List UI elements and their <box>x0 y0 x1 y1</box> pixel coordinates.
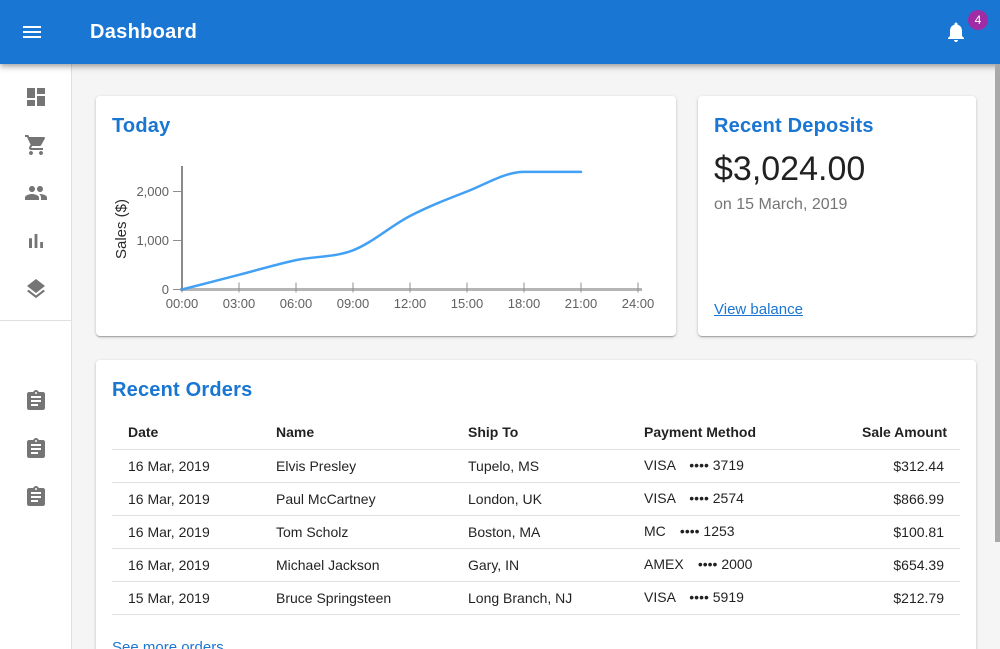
y-axis-title: Sales ($) <box>113 199 130 259</box>
x-tick-label: 03:00 <box>223 296 256 311</box>
table-cell: 16 Mar, 2019 <box>112 449 260 482</box>
table-row: 16 Mar, 2019Elvis PresleyTupelo, MSVISA … <box>112 449 960 482</box>
x-tick-label: 12:00 <box>394 296 427 311</box>
table-cell: $212.79 <box>846 581 960 614</box>
table-cell: Boston, MA <box>452 515 628 548</box>
deposit-date: on 15 March, 2019 <box>714 196 960 214</box>
table-cell: MC ⠀•••• 1253 <box>628 515 846 548</box>
vertical-scrollbar-thumb[interactable] <box>995 64 1000 542</box>
sidebar-item-orders[interactable] <box>12 127 60 163</box>
table-cell: Tupelo, MS <box>452 449 628 482</box>
sales-line-series <box>182 172 581 290</box>
bar-chart-icon <box>24 229 48 253</box>
sidebar-item-saved-report-1[interactable] <box>12 383 60 419</box>
x-tick-label: 21:00 <box>565 296 598 311</box>
view-balance-link[interactable]: View balance <box>714 301 803 318</box>
menu-button[interactable] <box>8 8 56 56</box>
sidebar-item-dashboard[interactable] <box>12 79 60 115</box>
table-row: 16 Mar, 2019Tom ScholzBoston, MAMC ⠀••••… <box>112 515 960 548</box>
bell-icon <box>944 20 968 44</box>
table-cell: Long Branch, NJ <box>452 581 628 614</box>
table-cell: 16 Mar, 2019 <box>112 515 260 548</box>
table-cell: Elvis Presley <box>260 449 452 482</box>
y-tick-label: 1,000 <box>136 233 169 248</box>
table-cell: $866.99 <box>846 482 960 515</box>
column-header: Sale Amount <box>846 416 960 449</box>
deposits-card-title: Recent Deposits <box>714 112 960 140</box>
table-cell: Michael Jackson <box>260 548 452 581</box>
column-header: Payment Method <box>628 416 846 449</box>
hamburger-icon <box>20 20 44 44</box>
table-cell: 16 Mar, 2019 <box>112 482 260 515</box>
table-cell: 16 Mar, 2019 <box>112 548 260 581</box>
table-cell: 15 Mar, 2019 <box>112 581 260 614</box>
sidebar-item-integrations[interactable] <box>12 271 60 307</box>
sidebar-item-saved-report-2[interactable] <box>12 431 60 467</box>
table-cell: $312.44 <box>846 449 960 482</box>
table-cell: Paul McCartney <box>260 482 452 515</box>
sales-chart: 00:00 03:00 06:00 09:00 12:00 15:00 18:00 21:00… <box>96 152 676 320</box>
table-cell: VISA ⠀•••• 2574 <box>628 482 846 515</box>
shopping-cart-icon <box>24 133 48 157</box>
page-title: Dashboard <box>90 0 197 64</box>
table-cell: VISA ⠀•••• 3719 <box>628 449 846 482</box>
assignment-icon <box>24 485 48 509</box>
table-cell: London, UK <box>452 482 628 515</box>
y-tick-label: 2,000 <box>136 184 169 199</box>
sidebar <box>0 64 72 649</box>
y-tick-label: 0 <box>162 282 169 297</box>
layers-icon <box>24 277 48 301</box>
table-cell: $654.39 <box>846 548 960 581</box>
column-header: Name <box>260 416 452 449</box>
x-tick-label: 24:00 <box>622 296 655 311</box>
table-row: 16 Mar, 2019Michael JacksonGary, INAMEX … <box>112 548 960 581</box>
see-more-orders-link[interactable]: See more orders <box>112 639 224 649</box>
dashboard-icon <box>24 85 48 109</box>
sidebar-item-saved-report-3[interactable] <box>12 479 60 515</box>
sidebar-item-customers[interactable] <box>12 175 60 211</box>
today-card: Today 00:00 03:00 06:00 09:00 12:00 15:00 18:0… <box>96 96 676 336</box>
dashboard-screen: Dashboard 4 Today 00:00 03:00 06:00 09:00 12… <box>0 0 1000 649</box>
deposit-amount: $3,024.00 <box>714 148 960 190</box>
notifications-button[interactable]: 4 <box>932 8 980 56</box>
x-tick-label: 06:00 <box>280 296 313 311</box>
notification-badge: 4 <box>968 10 988 30</box>
today-card-title: Today <box>112 112 660 140</box>
orders-table: DateNameShip ToPayment MethodSale Amount… <box>112 416 960 615</box>
x-tick-label: 18:00 <box>508 296 541 311</box>
x-tick-label: 09:00 <box>337 296 370 311</box>
table-cell: VISA ⠀•••• 5919 <box>628 581 846 614</box>
assignment-icon <box>24 437 48 461</box>
app-bar: Dashboard 4 <box>0 0 1000 64</box>
recent-orders-card: Recent Orders DateNameShip ToPayment Met… <box>96 360 976 649</box>
table-header-row: DateNameShip ToPayment MethodSale Amount <box>112 416 960 449</box>
table-cell: Tom Scholz <box>260 515 452 548</box>
x-tick-label: 15:00 <box>451 296 484 311</box>
orders-card-title: Recent Orders <box>112 376 960 404</box>
table-cell: Bruce Springsteen <box>260 581 452 614</box>
sidebar-item-reports[interactable] <box>12 223 60 259</box>
sidebar-divider <box>0 320 72 321</box>
table-cell: $100.81 <box>846 515 960 548</box>
column-header: Date <box>112 416 260 449</box>
recent-deposits-card: Recent Deposits $3,024.00 on 15 March, 2… <box>698 96 976 336</box>
x-tick-label: 00:00 <box>166 296 199 311</box>
table-row: 16 Mar, 2019Paul McCartneyLondon, UKVISA… <box>112 482 960 515</box>
people-icon <box>24 181 48 205</box>
assignment-icon <box>24 389 48 413</box>
table-cell: AMEX ⠀•••• 2000 <box>628 548 846 581</box>
table-cell: Gary, IN <box>452 548 628 581</box>
column-header: Ship To <box>452 416 628 449</box>
table-row: 15 Mar, 2019Bruce SpringsteenLong Branch… <box>112 581 960 614</box>
